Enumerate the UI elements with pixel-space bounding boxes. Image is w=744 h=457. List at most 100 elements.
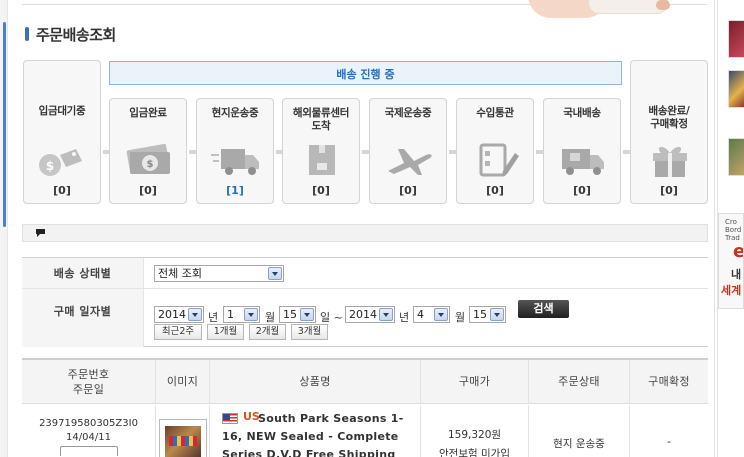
step-8[interactable]: 배송완료/ 구매확정 [0] (630, 60, 708, 204)
step-count[interactable]: [0] (631, 184, 707, 197)
to-month-select[interactable]: 4 (413, 306, 450, 323)
status-cell: 현지 운송중 (529, 405, 630, 457)
insurance-status: 안전보험 미가입 (439, 448, 510, 457)
right-divider (714, 0, 715, 457)
from-year-select[interactable]: 2014 (154, 306, 204, 323)
order-table: 주문번호 주문일 이미지 상품명 구매가 주문상태 구매확정 239719580… (22, 358, 708, 457)
ad-brand-letter: e (733, 241, 744, 262)
from-month-unit: 월 (265, 311, 276, 324)
step-2[interactable]: 입금완료 $ [0] (109, 98, 187, 204)
step-4[interactable]: 해외물류센터 도착 [0] (282, 98, 360, 204)
step-count[interactable]: [1] (197, 184, 273, 197)
step-label: 현지운송중 (211, 107, 259, 119)
order-number[interactable]: 239719580305Z3I0 (22, 418, 155, 429)
step-label: 수입통관 (476, 107, 514, 119)
step-count[interactable]: [0] (544, 184, 620, 197)
notice-bar (22, 224, 708, 242)
header-banner-image (518, 0, 678, 22)
product-name-link[interactable]: South Park Seasons 1-16, NEW Sealed - Co… (222, 410, 420, 457)
dollar-tag-icon: $ (36, 141, 90, 179)
step-label: 입금대기중 (38, 105, 86, 117)
table-header: 주문번호 주문일 이미지 상품명 구매가 주문상태 구매확정 (22, 360, 708, 404)
cash-icon: $ (122, 141, 176, 179)
sidebar-thumbnail-2[interactable] (728, 70, 744, 108)
chevron-down-icon (490, 308, 504, 321)
chevron-down-icon (244, 308, 258, 321)
progress-banner-text: 배송 진행 중 (336, 68, 395, 81)
price-cell: 159,320원 안전보험 미가입 (421, 405, 529, 457)
to-year-unit: 년 (399, 311, 410, 324)
sidebar-thumbnail-1[interactable] (728, 20, 744, 58)
to-month-unit: 월 (455, 311, 466, 324)
gift-icon (643, 141, 697, 179)
svg-text:$: $ (46, 159, 54, 173)
from-day-select[interactable]: 15 (279, 306, 316, 323)
step-count[interactable]: [0] (110, 184, 186, 197)
date-filter-label: 구매 일자별 (22, 289, 144, 347)
sidebar-thumbnail-3[interactable] (728, 138, 744, 176)
order-filter-form: 배송 상태별 전체 조회 구매 일자별 2014 년 1 월 15 일 ~ 20… (22, 257, 708, 347)
chevron-down-icon (379, 308, 393, 321)
status-filter-label: 배송 상태별 (22, 258, 144, 288)
step-5[interactable]: 국제운송중 [0] (369, 98, 447, 204)
truck-icon (209, 141, 263, 179)
step-1[interactable]: 입금대기중 $ [0] (23, 60, 101, 204)
chevron-down-icon (188, 308, 202, 321)
page-title: 주문배송조회 (36, 26, 116, 44)
step-label: 국내배송 (563, 107, 601, 119)
order-date: 14/04/11 (66, 432, 111, 443)
customs-form-icon (469, 141, 523, 179)
order-status-value: 현지 운송중 (553, 438, 605, 450)
image-cell (156, 405, 210, 457)
from-year-unit: 년 (208, 311, 219, 324)
order-no-cell: 239719580305Z3I0 14/04/11 (22, 405, 156, 457)
to-year-select[interactable]: 2014 (345, 306, 395, 323)
col-confirm: 구매확정 (648, 375, 690, 388)
sidebar-ad-banner[interactable]: Cro Bord Trad e 내 세계 (718, 213, 744, 309)
step-count[interactable]: [0] (457, 184, 533, 197)
col-status: 주문상태 (529, 360, 630, 404)
airplane-icon (382, 141, 436, 179)
col-product: 상품명 (210, 360, 421, 404)
svg-text:$: $ (147, 159, 154, 170)
chevron-down-icon (268, 267, 282, 280)
col-price: 구매가 (421, 360, 529, 404)
quick-3months-button[interactable]: 3개월 (291, 324, 328, 340)
step-label: 입금완료 (129, 107, 167, 119)
chevron-down-icon (434, 308, 448, 321)
speech-bubble-icon (36, 229, 45, 237)
step-count[interactable]: [0] (283, 184, 359, 197)
product-cell: US South Park Seasons 1-16, NEW Sealed -… (210, 405, 421, 457)
confirm-value: - (667, 436, 671, 448)
quick-2weeks-button[interactable]: 최근2주 (154, 324, 202, 340)
step-label: 배송완료/ 구매확정 (648, 105, 690, 130)
to-day-select[interactable]: 15 (469, 306, 506, 323)
step-3[interactable]: 현지운송중 [1] (196, 98, 274, 204)
search-button[interactable]: 검색 (518, 300, 569, 318)
confirm-cell: - (630, 405, 708, 457)
quick-2months-button[interactable]: 2개월 (249, 324, 286, 340)
step-6[interactable]: 수입통관 [0] (456, 98, 534, 204)
price-value: 159,320원 (447, 429, 502, 441)
col-order-no: 주문번호 주문일 (22, 360, 156, 404)
warehouse-box-icon (295, 141, 349, 179)
date-filter-row: 구매 일자별 2014 년 1 월 15 일 ~ 2014 년 4 월 15 검… (22, 289, 708, 347)
step-count[interactable]: [0] (24, 184, 100, 197)
chevron-down-icon (300, 308, 314, 321)
shipping-progress-banner: 배송 진행 중 (109, 61, 622, 85)
order-detail-button[interactable] (59, 446, 118, 456)
product-thumbnail[interactable] (159, 419, 207, 457)
from-day-unit: 일 ~ (320, 311, 343, 324)
status-filter-row: 배송 상태별 전체 조회 (22, 258, 708, 289)
quick-1month-button[interactable]: 1개월 (207, 324, 244, 340)
step-count[interactable]: [0] (370, 184, 446, 197)
col-image: 이미지 (156, 360, 210, 404)
title-marker (25, 27, 29, 41)
delivery-truck-icon (556, 141, 610, 179)
left-accent-bar (3, 22, 6, 227)
step-7[interactable]: 국내배송 [0] (543, 98, 621, 204)
step-label: 해외물류센터 도착 (292, 107, 350, 132)
status-select[interactable]: 전체 조회 (154, 265, 284, 282)
step-label: 국제운송중 (384, 107, 432, 119)
from-month-select[interactable]: 1 (223, 306, 260, 323)
